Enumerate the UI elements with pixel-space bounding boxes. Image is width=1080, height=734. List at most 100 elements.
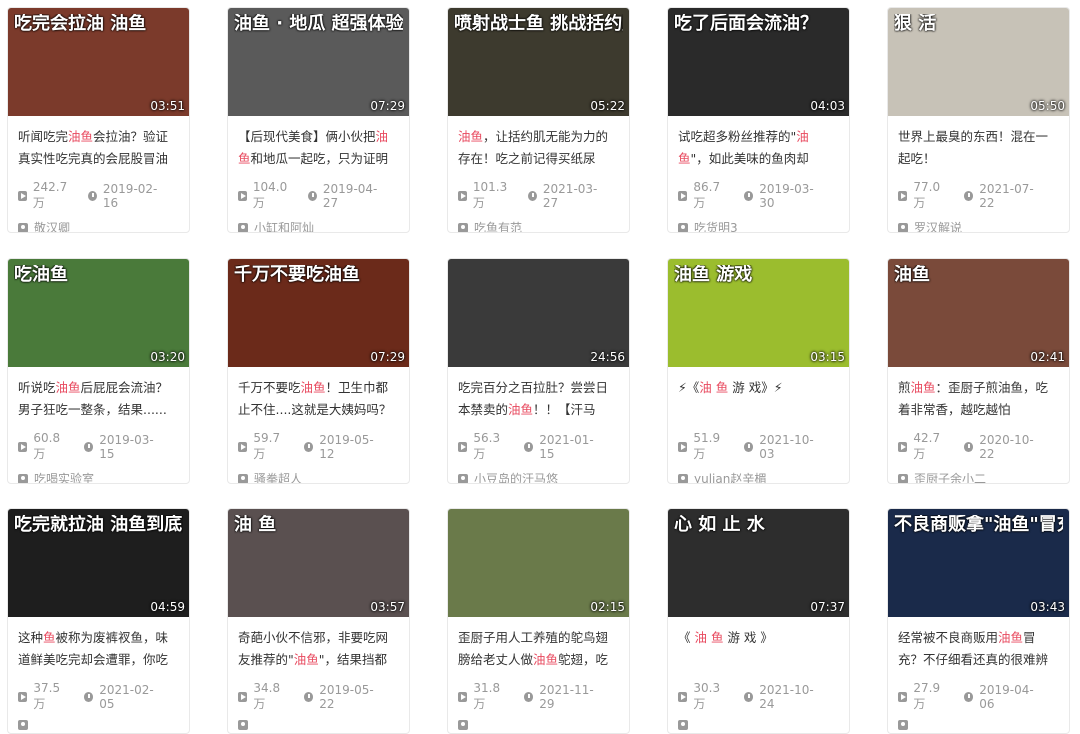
thumbnail-overlay-text: 千万不要吃油鱼 — [234, 265, 360, 285]
video-title[interactable]: 世界上最臭的东西！混在一起吃！ — [898, 126, 1059, 170]
video-card[interactable]: 吃完就拉油 油鱼到底多可怕？ 04:59 这种鱼被称为废裤衩鱼，味道鲜美吃完却会… — [7, 508, 190, 734]
author-name: 吃鱼有范 — [474, 221, 523, 233]
video-author[interactable] — [678, 720, 839, 730]
title-text: 世界上最臭的东西！混在一起吃！ — [898, 129, 1049, 166]
title-highlight: 油鱼 — [300, 380, 326, 395]
video-card[interactable]: 不良商贩拿"油鱼"冒充 真假鳕鱼 03:43 经常被不良商贩用油鱼冒充？不仔细看… — [887, 508, 1070, 734]
video-card[interactable]: 喷射战士鱼 挑战括约肌 05:22 油鱼，让括约肌无能为力的存在！吃之前记得买纸… — [447, 7, 630, 233]
video-card[interactable]: 吃了后面会流油？ 04:03 试吃超多粉丝推荐的"油鱼"，如此美味的鱼肉却 86… — [667, 7, 850, 233]
video-author[interactable]: 罗汉解说 — [898, 219, 1059, 232]
video-duration: 02:41 — [1030, 350, 1065, 364]
video-author[interactable] — [898, 720, 1059, 730]
video-author[interactable]: 小豆岛的汗马悠 — [458, 470, 619, 483]
video-card[interactable]: 心 如 止 水 07:37 《 油 鱼 游 戏 》 30.3万 2021-10-… — [667, 508, 850, 734]
video-title[interactable]: 【后现代美食】俩小伙把油鱼和地瓜一起吃，只为证明 — [238, 126, 399, 170]
video-title[interactable]: ⚡《油 鱼 游 戏》⚡ — [678, 377, 839, 421]
thumbnail-overlay-text: 油 鱼 — [234, 515, 277, 535]
video-card[interactable]: 吃完会拉油 油鱼 03:51 听闻吃完油鱼会拉油？验证真实性吃完真的会屁股冒油 … — [7, 7, 190, 233]
video-duration: 03:43 — [1030, 600, 1065, 614]
video-title[interactable]: 《 油 鱼 游 戏 》 — [678, 627, 839, 671]
thumbnail-overlay-text: 吃油鱼 — [14, 265, 68, 285]
publish-date-value: 2021-07-22 — [979, 181, 1034, 210]
publish-date: 2021-10-24 — [743, 683, 825, 711]
video-card[interactable]: 吃油鱼 03:20 听说吃油鱼后屁屁会流油？男子狂吃一整条，结果...... 6… — [7, 258, 190, 484]
play-icon — [898, 441, 908, 452]
author-name: 歪厨子余小二 — [914, 472, 987, 484]
thumbnail-overlay-text: 吃完就拉油 油鱼到底多可怕？ — [14, 515, 183, 535]
video-duration: 24:56 — [590, 350, 625, 364]
video-title[interactable]: 奇葩小伙不信邪，非要吃网友推荐的"油鱼"，结果挡都 — [238, 627, 399, 671]
publish-date: 2019-04-27 — [308, 182, 385, 210]
video-thumbnail[interactable]: 吃完就拉油 油鱼到底多可怕？ 04:59 — [8, 509, 189, 617]
thumbnail-overlay-text: 喷射战士鱼 挑战括约肌 — [454, 14, 623, 34]
clock-icon — [308, 190, 317, 201]
video-thumbnail[interactable]: 千万不要吃油鱼 07:29 — [228, 259, 409, 367]
video-title[interactable]: 听说吃油鱼后屁屁会流油？男子狂吃一整条，结果...... — [18, 377, 179, 421]
video-thumbnail[interactable]: 油鱼 02:41 — [888, 259, 1069, 367]
title-text: 这种 — [18, 630, 44, 645]
video-card[interactable]: 狠 活 05:50 世界上最臭的东西！混在一起吃！ 77.0万 2021-07-… — [887, 7, 1070, 233]
publish-date: 2021-11-29 — [523, 683, 605, 711]
video-thumbnail[interactable]: 吃完会拉油 油鱼 03:51 — [8, 8, 189, 116]
view-count: 77.0万 — [898, 180, 950, 211]
video-thumbnail[interactable]: 狠 活 05:50 — [888, 8, 1069, 116]
user-icon — [678, 222, 688, 232]
video-thumbnail[interactable]: 油鱼 游戏 03:15 — [668, 259, 849, 367]
video-thumbnail[interactable]: 24:56 — [448, 259, 629, 367]
video-title[interactable]: 试吃超多粉丝推荐的"油鱼"，如此美味的鱼肉却 — [678, 126, 839, 170]
title-text: 鸵翅，吃 — [558, 652, 609, 667]
view-count-value: 37.5万 — [33, 681, 61, 711]
video-title[interactable]: 千万不要吃油鱼！卫生巾都止不住....这就是大姨妈吗？ — [238, 377, 399, 421]
video-meta: 242.7万 2019-02-16 — [18, 180, 179, 211]
video-author[interactable]: 歪厨子余小二 — [898, 470, 1059, 484]
video-title[interactable]: 煎油鱼：歪厨子煎油鱼，吃着非常香，越吃越怕 — [898, 377, 1059, 421]
view-count-value: 30.3万 — [693, 681, 721, 711]
video-author[interactable]: 吃喝实验室 — [18, 470, 179, 483]
video-author[interactable]: 吃鱼有范 — [458, 219, 619, 233]
play-icon — [458, 190, 467, 201]
video-thumbnail[interactable]: 吃油鱼 03:20 — [8, 259, 189, 367]
video-card[interactable]: 油鱼 02:41 煎油鱼：歪厨子煎油鱼，吃着非常香，越吃越怕 42.7万 202… — [887, 258, 1070, 484]
video-author[interactable]: 小缸和阿灿 — [238, 219, 399, 233]
video-title[interactable]: 歪厨子用人工养殖的鸵鸟翅膀给老丈人做油鱼鸵翅，吃 — [458, 627, 619, 671]
title-highlight: 油鱼 — [68, 129, 94, 144]
clock-icon — [963, 190, 974, 201]
video-title[interactable]: 吃完百分之百拉肚？尝尝日本禁卖的油鱼！！【汗马 — [458, 377, 619, 421]
play-icon — [678, 190, 688, 201]
video-card[interactable]: 油 鱼 03:57 奇葩小伙不信邪，非要吃网友推荐的"油鱼"，结果挡都 34.8… — [227, 508, 410, 734]
video-card[interactable]: 02:15 歪厨子用人工养殖的鸵鸟翅膀给老丈人做油鱼鸵翅，吃 31.8万 202… — [447, 508, 630, 734]
title-text: 试吃超多粉丝推荐的" — [678, 129, 797, 144]
video-thumbnail[interactable]: 油 鱼 03:57 — [228, 509, 409, 617]
author-name: 骚拳超人 — [254, 472, 303, 484]
video-card[interactable]: 千万不要吃油鱼 07:29 千万不要吃油鱼！卫生巾都止不住....这就是大姨妈吗… — [227, 258, 410, 484]
video-thumbnail[interactable]: 喷射战士鱼 挑战括约肌 05:22 — [448, 8, 629, 116]
title-text: 煎 — [898, 380, 911, 395]
video-thumbnail[interactable]: 油鱼 · 地瓜 超强体验 07:29 — [228, 8, 409, 116]
video-author[interactable]: 骚拳超人 — [238, 470, 399, 484]
publish-date-value: 2019-03-15 — [99, 432, 154, 461]
title-highlight: 油 鱼 — [699, 380, 729, 395]
video-card[interactable]: 油鱼 游戏 03:15 ⚡《油 鱼 游 戏》⚡ 51.9万 2021-10-03… — [667, 258, 850, 484]
video-title[interactable]: 听闻吃完油鱼会拉油？验证真实性吃完真的会屁股冒油 — [18, 126, 179, 170]
video-author[interactable] — [458, 720, 619, 730]
video-author[interactable]: 敬汉卿 — [18, 219, 179, 232]
video-card[interactable]: 油鱼 · 地瓜 超强体验 07:29 【后现代美食】俩小伙把油鱼和地瓜一起吃，只… — [227, 7, 410, 233]
video-thumbnail[interactable]: 心 如 止 水 07:37 — [668, 509, 849, 617]
video-card[interactable]: 24:56 吃完百分之百拉肚？尝尝日本禁卖的油鱼！！【汗马 56.3万 2021… — [447, 258, 630, 484]
video-thumbnail[interactable]: 吃了后面会流油？ 04:03 — [668, 8, 849, 116]
video-meta: 34.8万 2019-05-22 — [238, 681, 399, 712]
video-author[interactable] — [238, 720, 399, 730]
publish-date: 2019-05-12 — [303, 433, 385, 461]
view-count: 56.3万 — [458, 431, 510, 462]
video-title[interactable]: 经常被不良商贩用油鱼冒充？不仔细看还真的很难辨 — [898, 627, 1059, 671]
clock-icon — [963, 691, 974, 702]
video-thumbnail[interactable]: 02:15 — [448, 509, 629, 617]
view-count-value: 51.9万 — [693, 431, 721, 461]
video-author[interactable] — [18, 720, 179, 730]
video-thumbnail[interactable]: 不良商贩拿"油鱼"冒充 真假鳕鱼 03:43 — [888, 509, 1069, 617]
video-title[interactable]: 这种鱼被称为废裤衩鱼，味道鲜美吃完却会遭罪，你吃 — [18, 627, 179, 671]
video-title[interactable]: 油鱼，让括约肌无能为力的存在！吃之前记得买纸尿 — [458, 126, 619, 170]
video-author[interactable]: 吃货明3 — [678, 219, 839, 232]
author-name: 小缸和阿灿 — [254, 221, 315, 233]
video-author[interactable]: yulian赵辛楣 — [678, 470, 839, 483]
